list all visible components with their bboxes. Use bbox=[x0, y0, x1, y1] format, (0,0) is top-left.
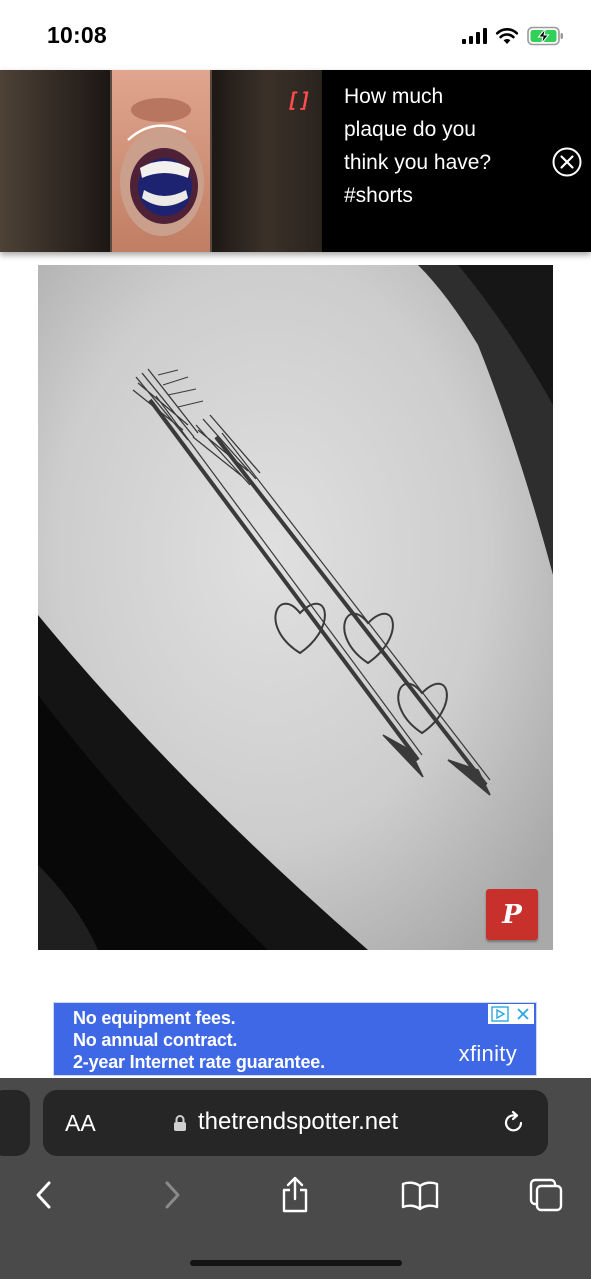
video-ad-thumbnail[interactable]: [] bbox=[0, 70, 322, 252]
pinterest-icon: P bbox=[502, 899, 522, 930]
xfinity-banner-ad[interactable]: No equipment fees. No annual contract. 2… bbox=[53, 1002, 537, 1076]
safari-toolbar: AA thetrendspotter.net bbox=[0, 1078, 591, 1279]
back-button[interactable] bbox=[24, 1175, 64, 1215]
adchoices-close-icon[interactable] bbox=[515, 1006, 531, 1022]
share-button[interactable] bbox=[275, 1175, 315, 1215]
forward-button[interactable] bbox=[152, 1175, 192, 1215]
banner-ad-line: No annual contract. bbox=[73, 1030, 238, 1050]
arrow-tattoo-photo bbox=[38, 265, 553, 950]
bookmarks-icon bbox=[401, 1181, 439, 1211]
status-bar: 10:08 bbox=[0, 0, 591, 70]
reader-settings-button[interactable]: AA bbox=[65, 1110, 96, 1137]
banner-ad-line: No equipment fees. bbox=[73, 1008, 236, 1028]
close-circle-icon[interactable] bbox=[552, 147, 582, 177]
status-icons bbox=[462, 26, 565, 46]
battery-charging-icon bbox=[527, 26, 563, 46]
expand-bracket-icon[interactable]: [] bbox=[287, 88, 311, 112]
address-bar[interactable]: AA thetrendspotter.net bbox=[43, 1090, 548, 1156]
banner-ad-line: 2-year Internet rate guarantee. bbox=[73, 1052, 325, 1072]
adchoices-play-icon[interactable] bbox=[491, 1006, 509, 1022]
tabs-button[interactable] bbox=[526, 1175, 566, 1215]
reload-icon[interactable] bbox=[500, 1109, 528, 1137]
bookmarks-button[interactable] bbox=[400, 1175, 440, 1215]
pinterest-save-button[interactable]: P bbox=[486, 889, 538, 940]
status-time: 10:08 bbox=[47, 22, 107, 48]
wifi-icon bbox=[495, 28, 519, 44]
video-ad-caption[interactable]: How much plaque do you think you have? #… bbox=[344, 80, 544, 212]
tabs-icon bbox=[529, 1178, 563, 1212]
lock-icon bbox=[174, 1115, 186, 1131]
cellular-signal-icon bbox=[462, 28, 487, 44]
video-ad[interactable]: [] How much plaque do you think you have… bbox=[0, 70, 591, 252]
adchoices-badge[interactable] bbox=[488, 1004, 534, 1024]
url-text[interactable]: thetrendspotter.net bbox=[198, 1108, 398, 1136]
forward-icon bbox=[165, 1181, 180, 1209]
home-indicator[interactable] bbox=[190, 1260, 402, 1266]
previous-tab-preview[interactable] bbox=[0, 1090, 30, 1156]
xfinity-logo: xfinity bbox=[458, 1041, 517, 1066]
share-icon bbox=[282, 1176, 308, 1213]
back-icon bbox=[36, 1181, 51, 1209]
banner-ad-text: No equipment fees. No annual contract. 2… bbox=[73, 1007, 325, 1073]
